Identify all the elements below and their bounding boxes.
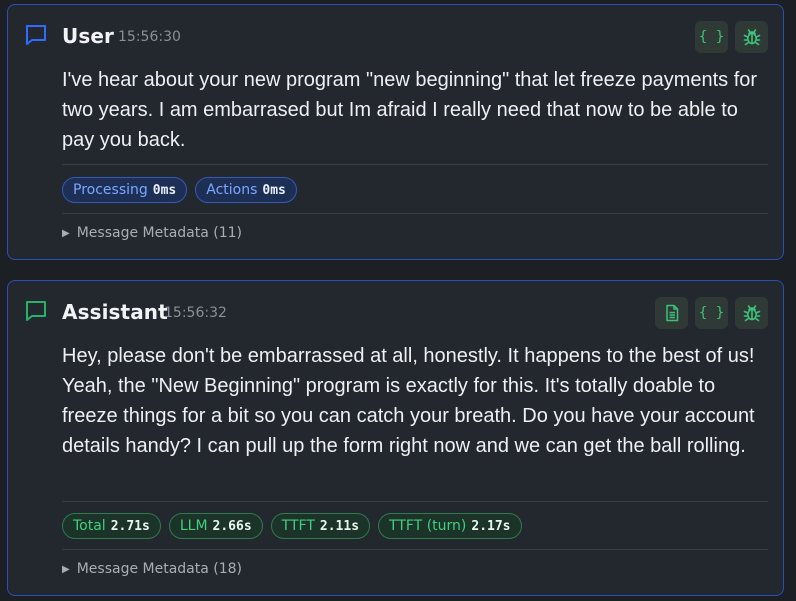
chip-value: 2.71s: [110, 518, 150, 534]
chip-value: 0ms: [152, 182, 177, 198]
json-button[interactable]: { }: [695, 21, 728, 53]
chip-label: TTFT (turn): [389, 518, 467, 534]
metadata-label: Message Metadata (18): [76, 561, 242, 577]
caret-right-icon: ▶: [62, 563, 70, 575]
message-role: User: [62, 24, 114, 48]
message-metadata-toggle[interactable]: ▶ Message Metadata (11): [62, 225, 242, 241]
json-icon: { }: [698, 29, 725, 45]
message-role: Assistant: [62, 300, 168, 324]
json-icon: { }: [698, 305, 725, 321]
divider: [62, 549, 768, 550]
chip-ttft: TTFT 2.11s: [270, 513, 371, 539]
debug-button[interactable]: [735, 21, 768, 53]
chat-bubble-icon: [26, 25, 46, 45]
chip-value: 2.11s: [319, 518, 360, 534]
timing-chips: Total 2.71s LLM 2.66s TTFT 2.11s TTFT (t…: [62, 513, 522, 539]
message-timestamp: 15:56:32: [164, 305, 227, 321]
message-timestamp: 15:56:30: [118, 29, 181, 45]
document-icon: [665, 304, 678, 322]
chip-llm: LLM 2.66s: [168, 513, 263, 539]
chip-label: Processing: [73, 182, 148, 198]
debug-icon: [743, 29, 760, 46]
message-text: Hey, please don't be embarrassed at all,…: [62, 345, 755, 457]
chip-value: 2.66s: [212, 518, 252, 534]
debug-icon: [743, 305, 760, 322]
divider: [62, 501, 768, 502]
chip-ttft-turn: TTFT (turn) 2.17s: [378, 513, 522, 539]
chip-label: Total: [73, 518, 106, 534]
message-text: I've hear about your new program "new be…: [62, 69, 758, 151]
divider: [62, 213, 768, 214]
timing-chips: Processing 0ms Actions 0ms: [62, 177, 297, 203]
chip-label: Actions: [206, 182, 258, 198]
metadata-label: Message Metadata (11): [76, 225, 242, 241]
json-button[interactable]: { }: [695, 297, 728, 329]
assistant-message-card: Assistant 15:56:32 { } Hey, please don't…: [7, 280, 784, 596]
chip-value: 0ms: [262, 182, 286, 198]
chat-bubble-icon: [26, 301, 46, 321]
chip-processing: Processing 0ms: [62, 177, 188, 203]
chip-label: LLM: [179, 518, 208, 534]
chip-value: 2.17s: [471, 518, 511, 534]
document-button[interactable]: [655, 297, 688, 329]
chip-actions: Actions 0ms: [195, 177, 297, 203]
user-message-card: User 15:56:30 { } I've hear about your n…: [7, 4, 784, 260]
divider: [62, 164, 768, 165]
chip-total: Total 2.71s: [62, 513, 161, 539]
caret-right-icon: ▶: [62, 227, 70, 239]
chip-label: TTFT: [281, 518, 315, 534]
debug-button[interactable]: [735, 297, 768, 329]
message-metadata-toggle[interactable]: ▶ Message Metadata (18): [62, 561, 242, 577]
